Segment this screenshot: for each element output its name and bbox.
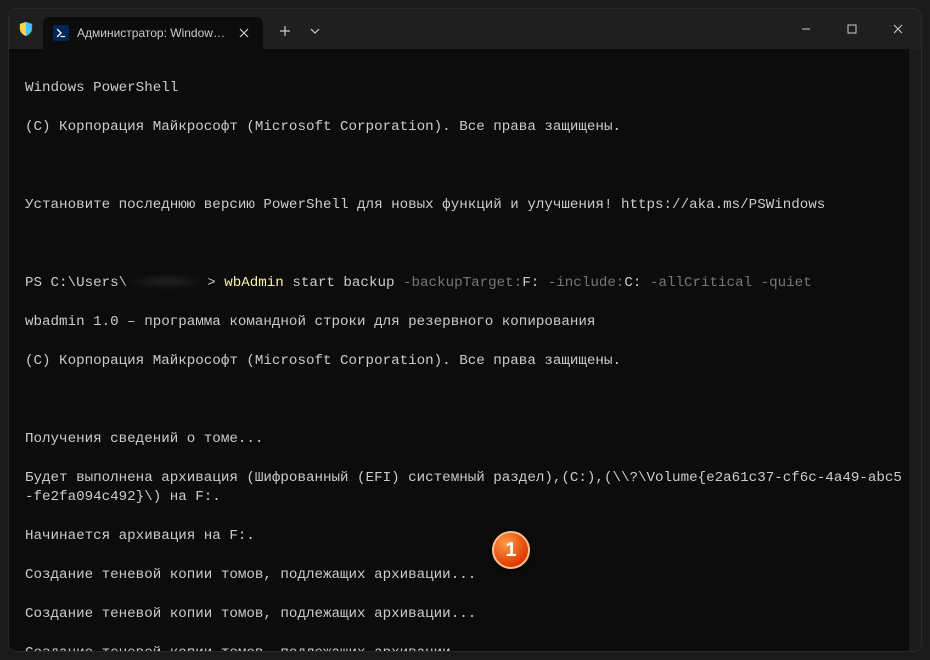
output-line: Создание теневой копии томов, подлежащих… <box>25 605 905 625</box>
command-param: -quiet <box>761 275 812 291</box>
powershell-icon <box>53 25 69 41</box>
tab-title: Администратор: Windows Po <box>77 26 227 40</box>
marker-number: 1 <box>505 539 516 562</box>
output-line: (C) Корпорация Майкрософт (Microsoft Cor… <box>25 352 905 372</box>
output-line: Установите последнюю версию PowerShell д… <box>25 196 905 216</box>
output-line: Создание теневой копии томов, подлежащих… <box>25 644 905 651</box>
command-value: C: <box>624 275 650 291</box>
command-exe: wbAdmin <box>224 275 284 291</box>
admin-shield-icon <box>17 20 35 38</box>
output-line: Создание теневой копии томов, подлежащих… <box>25 566 905 586</box>
blank-line <box>25 391 905 411</box>
output-line: (C) Корпорация Майкрософт (Microsoft Cor… <box>25 118 905 138</box>
active-tab[interactable]: Администратор: Windows Po <box>43 17 263 49</box>
command-param: -backupTarget: <box>403 275 522 291</box>
tab-dropdown-button[interactable] <box>301 15 329 47</box>
new-tab-button[interactable] <box>269 15 301 47</box>
command-value: F: <box>522 275 548 291</box>
scrollbar[interactable] <box>909 49 921 651</box>
blank-line <box>25 235 905 255</box>
prompt-prefix: PS C:\Users\ <box>25 275 127 291</box>
terminal-output[interactable]: Windows PowerShell (C) Корпорация Майкро… <box>9 49 921 651</box>
maximize-button[interactable] <box>829 9 875 49</box>
command-param: -allCritical <box>650 275 752 291</box>
titlebar[interactable]: Администратор: Windows Po <box>9 9 921 49</box>
minimize-button[interactable] <box>783 9 829 49</box>
command-sp <box>752 275 761 291</box>
terminal-window: Администратор: Windows Po Windows PowerS… <box>8 8 922 652</box>
output-line: Windows PowerShell <box>25 79 905 99</box>
redacted-username <box>127 274 207 289</box>
window-controls <box>783 9 921 49</box>
command-args: start backup <box>284 275 403 291</box>
prompt-suffix: > <box>207 275 224 291</box>
prompt-line: PS C:\Users\ > wbAdmin start backup -back… <box>25 274 905 294</box>
close-button[interactable] <box>875 9 921 49</box>
tab-close-button[interactable] <box>235 24 253 42</box>
output-line: wbadmin 1.0 – программа командной строки… <box>25 313 905 333</box>
blank-line <box>25 157 905 177</box>
output-line: Получения сведений о томе... <box>25 430 905 450</box>
output-line: Будет выполнена архивация (Шифрованный (… <box>25 469 905 508</box>
annotation-marker-1: 1 <box>492 531 530 569</box>
command-param: -include: <box>548 275 625 291</box>
output-line: Начинается архивация на F:. <box>25 527 905 547</box>
